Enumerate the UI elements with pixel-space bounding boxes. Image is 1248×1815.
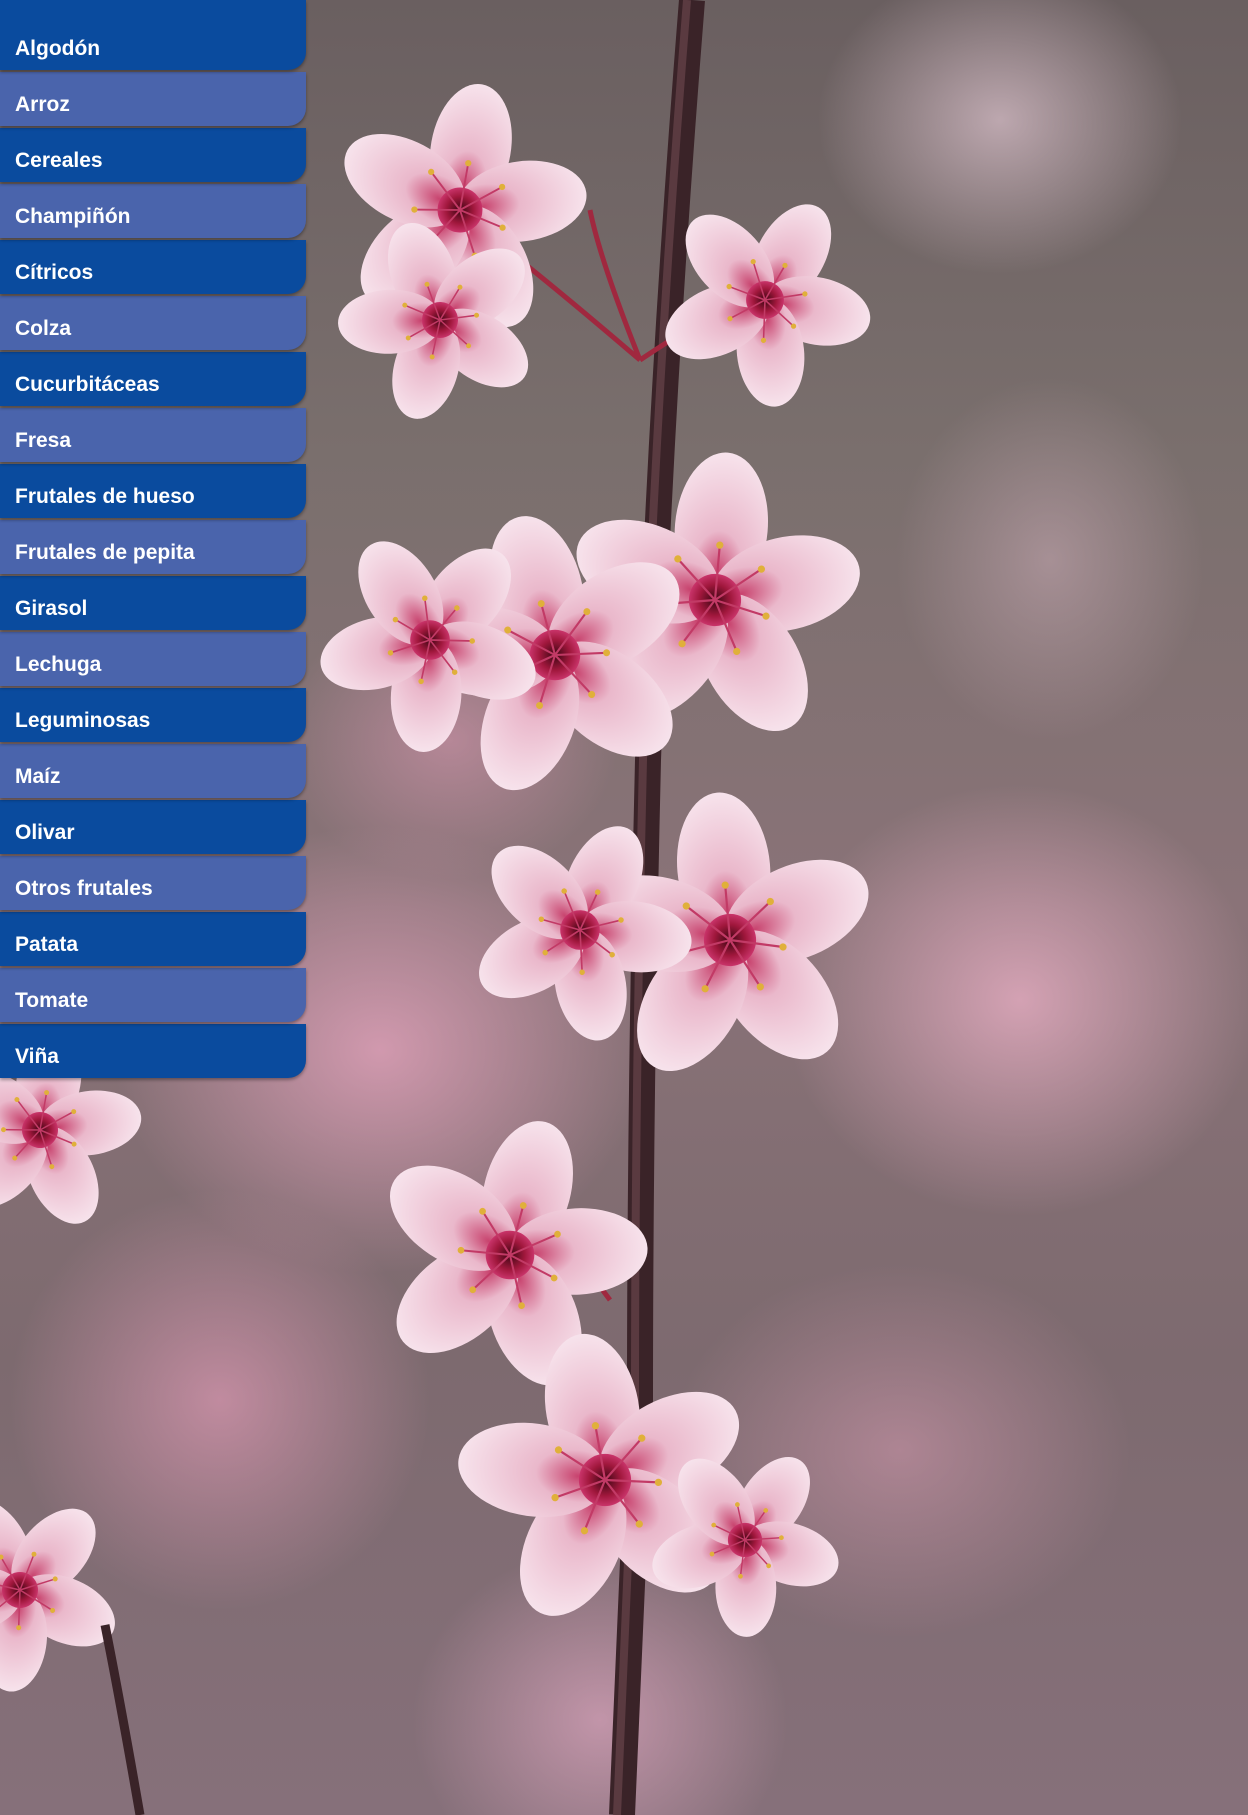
menu-item-label: Olivar [15, 821, 75, 844]
menu-item-label: Otros frutales [15, 877, 153, 900]
menu-item-label: Patata [15, 933, 79, 956]
menu-item[interactable]: Arroz [0, 72, 306, 126]
menu-item[interactable]: Cucurbitáceas [0, 352, 306, 406]
menu-item-label: Cereales [15, 149, 103, 172]
menu-item[interactable]: Algodón [0, 0, 306, 70]
menu-item[interactable]: Leguminosas [0, 688, 306, 742]
menu-item[interactable]: Colza [0, 296, 306, 350]
menu-item-label: Cucurbitáceas [15, 373, 160, 396]
menu-item[interactable]: Fresa [0, 408, 306, 462]
menu-item[interactable]: Olivar [0, 800, 306, 854]
menu-item-label: Algodón [15, 37, 101, 60]
menu-item[interactable]: Lechuga [0, 632, 306, 686]
menu-item-label: Cítricos [15, 261, 94, 284]
menu-item-label: Arroz [15, 93, 70, 116]
menu-item-label: Frutales de hueso [15, 485, 195, 508]
menu-item-label: Girasol [15, 597, 88, 620]
menu-item-label: Leguminosas [15, 709, 151, 732]
menu-item[interactable]: Frutales de pepita [0, 520, 306, 574]
menu-item[interactable]: Frutales de hueso [0, 464, 306, 518]
menu-item[interactable]: Tomate [0, 968, 306, 1022]
menu-item-label: Fresa [15, 429, 72, 452]
menu-item-label: Lechuga [15, 653, 102, 676]
menu-item[interactable]: Champiñón [0, 184, 306, 238]
menu-item[interactable]: Otros frutales [0, 856, 306, 910]
menu-item[interactable]: Patata [0, 912, 306, 966]
menu-item-label: Champiñón [15, 205, 131, 228]
menu-item[interactable]: Maíz [0, 744, 306, 798]
menu-item-label: Colza [15, 317, 72, 340]
menu-item-label: Tomate [15, 989, 89, 1012]
menu-item[interactable]: Cereales [0, 128, 306, 182]
menu-item-label: Maíz [15, 765, 61, 788]
menu-item[interactable]: Cítricos [0, 240, 306, 294]
menu-item-label: Viña [15, 1045, 59, 1068]
menu-item[interactable]: Girasol [0, 576, 306, 630]
menu-item-label: Frutales de pepita [15, 541, 195, 564]
menu-item[interactable]: Viña [0, 1024, 306, 1078]
crop-category-menu: Algodón Arroz Cereales Champiñón Cítricos Col… [0, 0, 306, 1078]
